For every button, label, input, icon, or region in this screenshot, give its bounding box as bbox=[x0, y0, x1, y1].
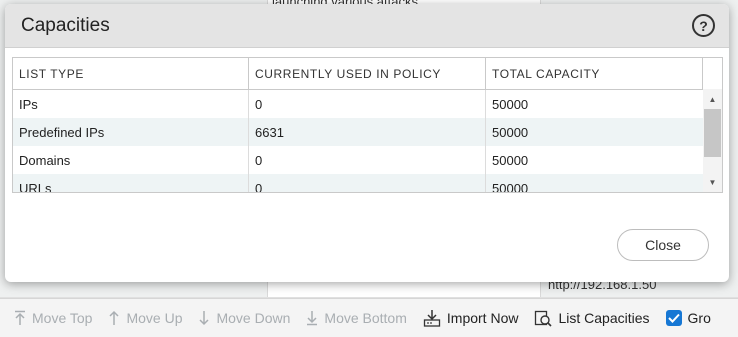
column-header-currently-used[interactable]: CURRENTLY USED IN POLICY bbox=[249, 58, 486, 89]
move-down-icon bbox=[198, 310, 210, 326]
move-down-button[interactable]: Move Down bbox=[190, 299, 298, 337]
column-header-total-capacity[interactable]: TOTAL CAPACITY bbox=[486, 58, 703, 89]
cell-list-type: Predefined IPs bbox=[13, 118, 249, 146]
cell-used: 6631 bbox=[249, 118, 486, 146]
table-body: IPs 0 50000 Predefined IPs 6631 50000 Do… bbox=[13, 90, 722, 193]
close-button[interactable]: Close bbox=[617, 229, 709, 261]
table-row[interactable]: IPs 0 50000 bbox=[13, 90, 722, 118]
dialog-title: Capacities bbox=[21, 14, 110, 36]
list-capacities-button[interactable]: List Capacities bbox=[526, 299, 657, 337]
import-icon bbox=[423, 309, 441, 327]
move-top-button[interactable]: Move Top bbox=[6, 299, 100, 337]
capacities-dialog: Capacities ? LIST TYPE CURRENTLY USED IN… bbox=[5, 4, 729, 282]
move-down-label: Move Down bbox=[216, 309, 291, 326]
scroll-up-icon[interactable]: ▲ bbox=[703, 91, 722, 107]
cell-used: 0 bbox=[249, 146, 486, 174]
import-now-label: Import Now bbox=[446, 309, 519, 326]
column-header-list-type[interactable]: LIST TYPE bbox=[13, 58, 249, 89]
capacities-table: LIST TYPE CURRENTLY USED IN POLICY TOTAL… bbox=[12, 57, 723, 193]
move-up-button[interactable]: Move Up bbox=[100, 299, 190, 337]
table-row[interactable]: Domains 0 50000 bbox=[13, 146, 722, 174]
cell-total: 50000 bbox=[492, 96, 529, 112]
table-scrollbar[interactable]: ▲ ▼ bbox=[703, 89, 722, 192]
scrollbar-thumb[interactable] bbox=[704, 109, 721, 157]
checkbox-checked-icon[interactable] bbox=[665, 309, 682, 326]
cell-list-type: IPs bbox=[13, 90, 249, 118]
cell-list-type: URLs bbox=[13, 174, 249, 192]
cell-total: 50000 bbox=[492, 180, 529, 193]
bottom-toolbar: Move Top Move Up Move Down Move Bottom I… bbox=[0, 298, 738, 336]
cell-used: 0 bbox=[249, 90, 486, 118]
move-bottom-icon bbox=[306, 310, 318, 326]
dialog-header: Capacities ? bbox=[5, 4, 729, 48]
move-top-icon bbox=[14, 310, 26, 326]
table-header: LIST TYPE CURRENTLY USED IN POLICY TOTAL… bbox=[13, 58, 722, 90]
table-row[interactable]: URLs 0 50000 bbox=[13, 174, 722, 193]
help-icon[interactable]: ? bbox=[692, 14, 715, 37]
move-up-label: Move Up bbox=[126, 309, 183, 326]
move-top-label: Move Top bbox=[32, 309, 93, 326]
move-bottom-button[interactable]: Move Bottom bbox=[298, 299, 414, 337]
group-checkbox-item[interactable]: Gro bbox=[658, 299, 719, 337]
cell-total: 50000 bbox=[492, 124, 529, 140]
cell-total: 50000 bbox=[492, 152, 529, 168]
import-now-button[interactable]: Import Now bbox=[415, 299, 527, 337]
move-bottom-label: Move Bottom bbox=[324, 309, 407, 326]
group-checkbox-label: Gro bbox=[687, 309, 711, 326]
move-up-icon bbox=[108, 310, 120, 326]
list-capacities-icon bbox=[534, 309, 553, 327]
scroll-down-icon[interactable]: ▼ bbox=[703, 174, 722, 190]
table-row[interactable]: Predefined IPs 6631 50000 bbox=[13, 118, 722, 146]
list-capacities-label: List Capacities bbox=[558, 309, 650, 326]
cell-used: 0 bbox=[249, 174, 486, 192]
cell-list-type: Domains bbox=[13, 146, 249, 174]
